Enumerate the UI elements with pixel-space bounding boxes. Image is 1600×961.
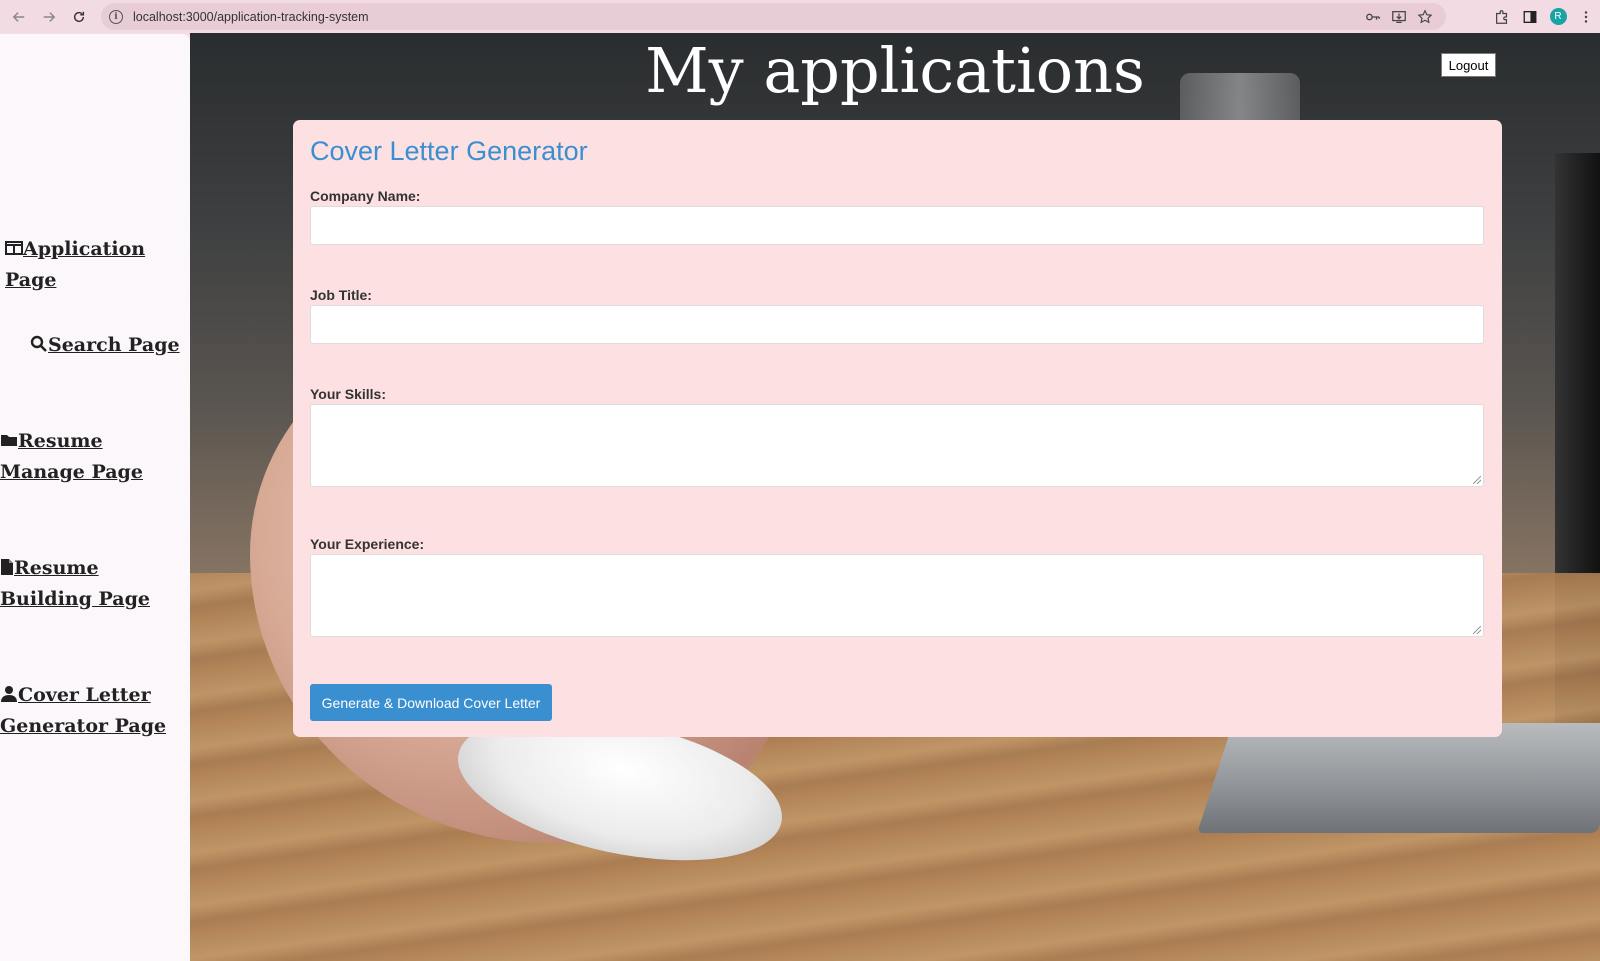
sidebar-item-label: Cover Letter Generator Page — [0, 684, 167, 737]
side-panel-icon[interactable] — [1516, 3, 1544, 31]
company-name-label: Company Name: — [310, 188, 421, 204]
resize-handle-icon[interactable] — [1473, 476, 1481, 484]
address-bar[interactable]: i localhost:3000/application-tracking-sy… — [101, 3, 1446, 30]
menu-dots-icon[interactable] — [1572, 3, 1600, 31]
sidebar-item-label: Application Page — [5, 238, 146, 291]
sidebar-item-label: Resume Manage Page — [0, 430, 143, 483]
star-icon[interactable] — [1416, 8, 1434, 26]
extensions-icon[interactable] — [1488, 3, 1516, 31]
form-title: Cover Letter Generator — [310, 136, 588, 166]
key-icon[interactable] — [1364, 8, 1382, 26]
experience-textarea[interactable] — [310, 554, 1484, 637]
sidebar-item-search[interactable]: Search Page — [30, 330, 220, 361]
reload-icon[interactable] — [64, 4, 94, 30]
sidebar-item-application[interactable]: Application Page — [5, 234, 195, 296]
sidebar-item-label: Search Page — [48, 334, 180, 356]
profile-avatar[interactable]: R — [1544, 3, 1572, 31]
skills-textarea[interactable] — [310, 404, 1484, 487]
experience-label: Your Experience: — [310, 536, 425, 552]
user-icon — [0, 682, 18, 702]
profile-initial: R — [1549, 8, 1567, 25]
url-text: localhost:3000/application-tracking-syst… — [133, 9, 369, 24]
sidebar: Application Page Search Page Resume Mana… — [0, 34, 190, 961]
sidebar-item-resume-building[interactable]: Resume Building Page — [0, 553, 190, 615]
search-icon — [30, 332, 48, 352]
file-icon — [0, 555, 14, 575]
folder-icon — [0, 428, 18, 446]
cover-letter-form: Cover Letter Generator Company Name: Job… — [293, 120, 1502, 737]
sidebar-item-cover-letter[interactable]: Cover Letter Generator Page — [0, 680, 190, 742]
skills-label: Your Skills: — [310, 386, 386, 402]
generate-download-button[interactable]: Generate & Download Cover Letter — [310, 684, 552, 721]
back-icon[interactable] — [4, 4, 34, 30]
install-icon[interactable] — [1390, 8, 1408, 26]
table-icon — [5, 236, 23, 255]
sidebar-item-resume-manage[interactable]: Resume Manage Page — [0, 426, 190, 488]
resize-handle-icon[interactable] — [1473, 626, 1481, 634]
forward-icon[interactable] — [34, 4, 64, 30]
site-info-icon[interactable]: i — [109, 9, 123, 24]
job-title-label: Job Title: — [310, 287, 372, 303]
page-title: My applications — [645, 34, 1145, 107]
logout-button[interactable]: Logout — [1441, 53, 1496, 77]
company-name-input[interactable] — [310, 206, 1484, 245]
job-title-input[interactable] — [310, 305, 1484, 344]
browser-toolbar: i localhost:3000/application-tracking-sy… — [0, 0, 1600, 33]
sidebar-item-label: Resume Building Page — [0, 557, 150, 610]
